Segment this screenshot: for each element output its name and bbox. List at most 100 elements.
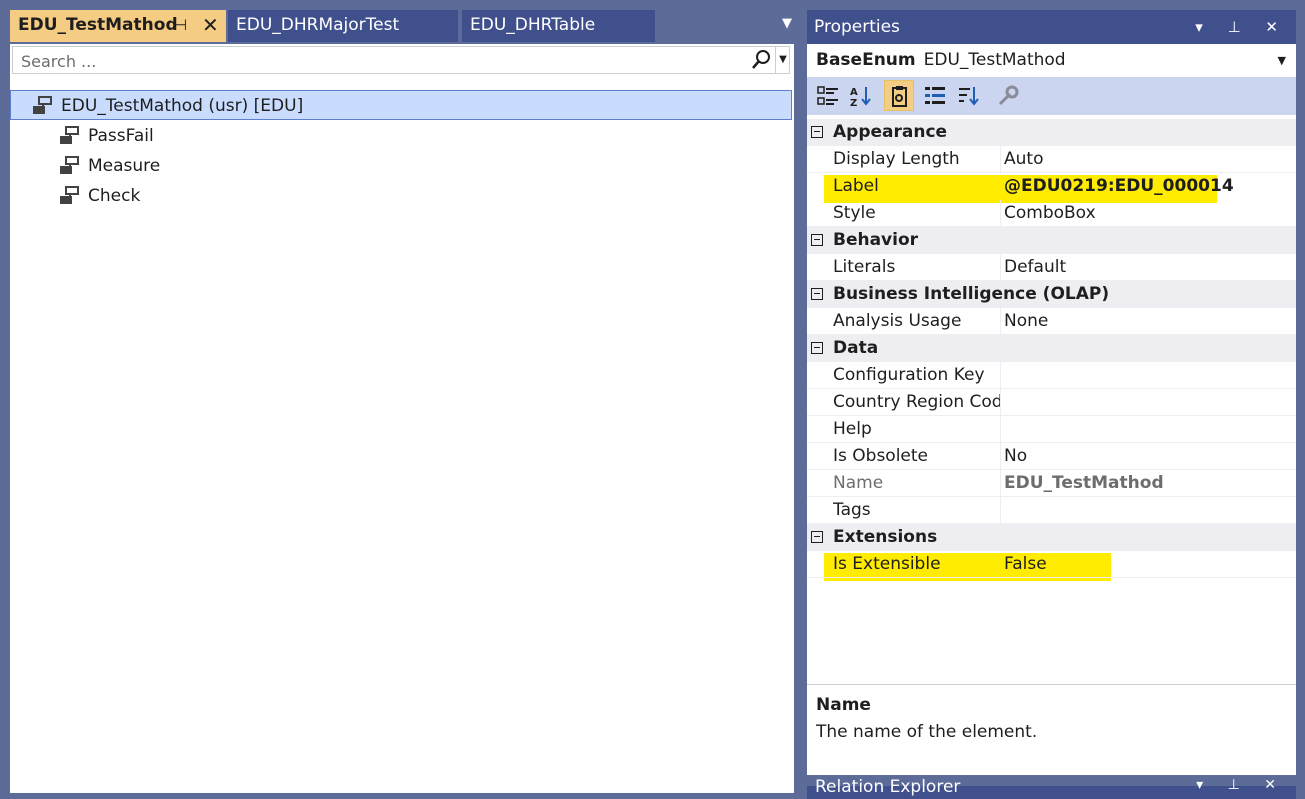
property-description-panel: Name The name of the element. xyxy=(807,684,1296,776)
category-label: Data xyxy=(833,338,879,358)
tree-item-label: PassFail xyxy=(88,126,154,146)
search-input[interactable] xyxy=(19,49,743,73)
property-value: EDU_TestMathod xyxy=(1004,473,1164,493)
element-designer: ▼ EDU_TestMathod (usr) [EDU] PassFail xyxy=(10,44,794,793)
category-label: Appearance xyxy=(833,122,948,142)
relation-explorer-title: Relation Explorer xyxy=(815,777,961,797)
object-name: EDU_TestMathod xyxy=(923,50,1066,70)
tab-overflow-dropdown-icon[interactable]: ▼ xyxy=(782,16,792,31)
collapse-icon[interactable] xyxy=(811,342,823,354)
property-row-label[interactable]: Label @EDU0219:EDU_000014 xyxy=(807,173,1296,200)
property-value[interactable]: @EDU0219:EDU_000014 xyxy=(1004,173,1234,199)
tree-root-node[interactable]: EDU_TestMathod (usr) [EDU] xyxy=(10,90,792,120)
designer-pane: EDU_TestMathod ⊣ ✕ EDU_DHRMajorTest EDU_… xyxy=(10,10,794,793)
property-name: Help xyxy=(833,416,1001,442)
property-row-is-obsolete[interactable]: Is Obsolete No xyxy=(807,443,1296,470)
properties-icon xyxy=(892,86,907,107)
alphabetical-icon: A Z xyxy=(850,87,871,107)
property-name: Country Region Codes xyxy=(833,389,1001,415)
description-title: Name xyxy=(816,695,871,715)
property-name: Name xyxy=(833,470,1001,496)
property-row-name[interactable]: Name EDU_TestMathod xyxy=(807,470,1296,497)
property-name: Analysis Usage xyxy=(833,308,1001,334)
object-type: BaseEnum xyxy=(816,50,916,70)
tab-edu-testmathod[interactable]: EDU_TestMathod ⊣ ✕ xyxy=(10,10,226,42)
events-icon xyxy=(925,87,945,104)
category-label: Business Intelligence (OLAP) xyxy=(833,284,1110,304)
categorized-button[interactable] xyxy=(813,80,843,111)
property-value[interactable]: False xyxy=(1004,551,1047,577)
category-label: Behavior xyxy=(833,230,919,250)
search-box: ▼ xyxy=(12,46,790,74)
property-row-display-length[interactable]: Display Length Auto xyxy=(807,146,1296,173)
property-name: Style xyxy=(833,200,1001,226)
tab-edu-dhrmajortest[interactable]: EDU_DHRMajorTest xyxy=(228,10,458,42)
property-row-analysis-usage[interactable]: Analysis Usage None xyxy=(807,308,1296,335)
enum-value-icon xyxy=(60,156,79,174)
wrench-icon xyxy=(998,85,1019,106)
base-enum-icon xyxy=(33,96,52,114)
properties-window: Properties ▾ ⊥ ✕ BaseEnum EDU_TestMathod … xyxy=(807,10,1296,775)
events-button[interactable] xyxy=(920,80,950,111)
properties-title-bar: Properties ▾ ⊥ ✕ xyxy=(807,10,1296,44)
property-row-style[interactable]: Style ComboBox xyxy=(807,200,1296,227)
property-row-tags[interactable]: Tags xyxy=(807,497,1296,524)
property-value[interactable]: No xyxy=(1004,443,1027,469)
tab-label: EDU_DHRMajorTest xyxy=(236,15,400,35)
property-row-literals[interactable]: Literals Default xyxy=(807,254,1296,281)
category-label: Extensions xyxy=(833,527,938,547)
property-value[interactable]: ComboBox xyxy=(1004,200,1096,226)
document-tab-strip: EDU_TestMathod ⊣ ✕ EDU_DHRMajorTest EDU_… xyxy=(10,10,794,42)
property-name: Is Extensible xyxy=(833,554,941,574)
property-value[interactable]: Auto xyxy=(1004,146,1043,172)
alphabetical-button[interactable]: A Z xyxy=(846,80,876,111)
description-text: The name of the element. xyxy=(816,722,1038,742)
property-row-country-region-codes[interactable]: Country Region Codes xyxy=(807,389,1296,416)
svg-text:A: A xyxy=(850,87,858,98)
category-data[interactable]: Data xyxy=(807,335,1296,362)
tree-item-label: Check xyxy=(88,186,141,206)
search-icon[interactable] xyxy=(750,47,772,73)
search-options-dropdown-icon[interactable]: ▼ xyxy=(775,47,790,73)
collapse-icon[interactable] xyxy=(811,288,823,300)
enum-value-icon xyxy=(60,186,79,204)
property-row-help[interactable]: Help xyxy=(807,416,1296,443)
collapse-icon[interactable] xyxy=(811,234,823,246)
property-name: Literals xyxy=(833,254,1001,280)
chevron-down-icon[interactable]: ▼ xyxy=(1278,44,1286,77)
tab-label: EDU_DHRTable xyxy=(470,15,596,35)
tree-root-label: EDU_TestMathod (usr) [EDU] xyxy=(61,96,304,116)
collapse-icon[interactable] xyxy=(811,126,823,138)
properties-title: Properties xyxy=(814,17,900,37)
sort-icon xyxy=(959,87,979,106)
properties-button[interactable] xyxy=(884,80,914,111)
category-appearance[interactable]: Appearance xyxy=(807,119,1296,146)
category-extensions[interactable]: Extensions xyxy=(807,524,1296,551)
property-name: Configuration Key xyxy=(833,362,1001,388)
property-name: Is Obsolete xyxy=(833,443,1001,469)
categorized-icon xyxy=(817,86,838,105)
property-row-is-extensible[interactable]: Is Extensible False xyxy=(807,551,1296,578)
properties-toolbar: A Z xyxy=(807,77,1296,115)
sort-button[interactable] xyxy=(954,80,984,111)
property-name: Tags xyxy=(833,497,1001,523)
relation-explorer-title-bar[interactable]: Relation Explorer ▾ ⊥ ✕ xyxy=(807,777,1296,799)
property-value[interactable]: None xyxy=(1004,308,1048,334)
property-row-configuration-key[interactable]: Configuration Key xyxy=(807,362,1296,389)
tree-item-label: Measure xyxy=(88,156,161,176)
tab-label: EDU_TestMathod xyxy=(18,15,178,35)
window-buttons[interactable]: ▾ ⊥ ✕ xyxy=(1196,777,1286,793)
category-business-intelligence[interactable]: Business Intelligence (OLAP) xyxy=(807,281,1296,308)
object-selector[interactable]: BaseEnum EDU_TestMathod ▼ xyxy=(807,44,1296,77)
enum-value-icon xyxy=(60,126,79,144)
collapse-icon[interactable] xyxy=(811,531,823,543)
property-name: Label xyxy=(833,176,879,196)
pin-icon[interactable]: ⊣ xyxy=(174,10,187,40)
tab-edu-dhrtable[interactable]: EDU_DHRTable xyxy=(462,10,655,42)
property-value[interactable]: Default xyxy=(1004,254,1066,280)
category-behavior[interactable]: Behavior xyxy=(807,227,1296,254)
window-buttons[interactable]: ▾ ⊥ ✕ xyxy=(1195,10,1288,44)
svg-text:Z: Z xyxy=(850,98,857,107)
property-pages-button[interactable] xyxy=(993,80,1023,111)
close-icon[interactable]: ✕ xyxy=(202,10,219,40)
